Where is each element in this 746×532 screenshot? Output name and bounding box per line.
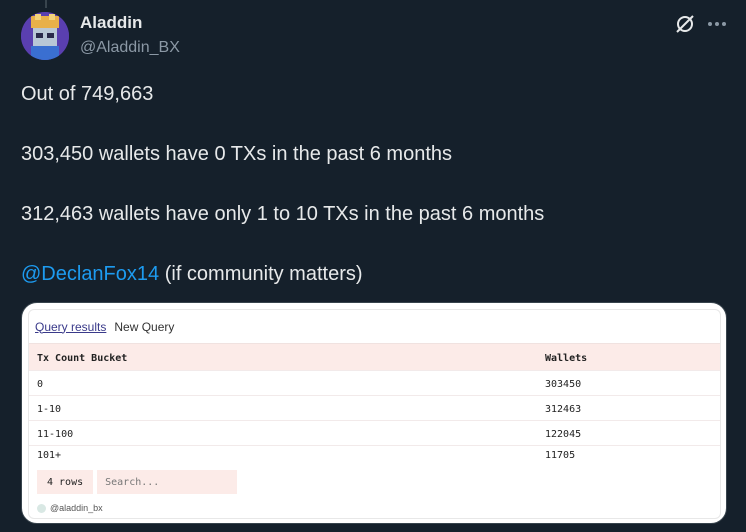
watermark: @aladdin_bx	[37, 503, 103, 513]
cell-bucket: 101+	[37, 450, 62, 460]
avatar[interactable]	[21, 12, 69, 60]
tweet-media-image[interactable]: Query results New Query Tx Count Bucket …	[21, 302, 727, 524]
cell-bucket: 0	[37, 379, 44, 390]
mention-link[interactable]: @DeclanFox14	[21, 263, 159, 285]
author-display-name[interactable]: Aladdin	[80, 13, 142, 33]
cell-wallets: 303450	[545, 379, 582, 390]
tweet-line: 312,463 wallets have only 1 to 10 TXs in…	[21, 203, 545, 225]
tweet-line-mention: @DeclanFox14 (if community matters)	[21, 262, 721, 286]
tweet-text: Out of 749,663 303,450 wallets have 0 TX…	[21, 82, 721, 322]
tab-query-results: Query results	[35, 319, 107, 334]
table-row: 1-10 312463	[29, 396, 720, 421]
table-row: 0 303450	[29, 371, 720, 396]
table-header: Tx Count Bucket Wallets	[29, 344, 720, 371]
query-tabs: Query results New Query	[29, 310, 720, 344]
row-count-badge: 4 rows	[37, 470, 94, 494]
watermark-dot-icon	[37, 503, 46, 513]
table-row: 101+ 11705	[29, 446, 720, 460]
cell-wallets: 11705	[545, 450, 576, 460]
watermark-text: @aladdin_bx	[50, 503, 103, 513]
author-handle[interactable]: @Aladdin_BX	[80, 39, 180, 57]
table-search-input	[97, 470, 238, 494]
table-row: 11-100 122045	[29, 421, 720, 446]
tweet-line: 303,450 wallets have 0 TXs in the past 6…	[21, 143, 453, 165]
column-header-wallets: Wallets	[545, 353, 588, 364]
grok-icon[interactable]	[674, 13, 696, 35]
tweet: Aladdin @Aladdin_BX Out of 749,663 303,4…	[0, 0, 746, 532]
table-footer: 4 rows	[37, 470, 238, 494]
tab-new-query: New Query	[114, 319, 175, 334]
more-icon[interactable]	[705, 13, 729, 35]
thread-line	[45, 0, 47, 8]
column-header-bucket: Tx Count Bucket	[37, 353, 128, 364]
query-results-panel: Query results New Query Tx Count Bucket …	[28, 309, 721, 519]
cell-wallets: 122045	[545, 429, 582, 440]
cell-wallets: 312463	[545, 404, 582, 415]
mention-suffix: (if community matters)	[159, 263, 363, 285]
cell-bucket: 11-100	[37, 429, 74, 440]
cell-bucket: 1-10	[37, 404, 62, 415]
tweet-line: Out of 749,663	[21, 83, 154, 105]
